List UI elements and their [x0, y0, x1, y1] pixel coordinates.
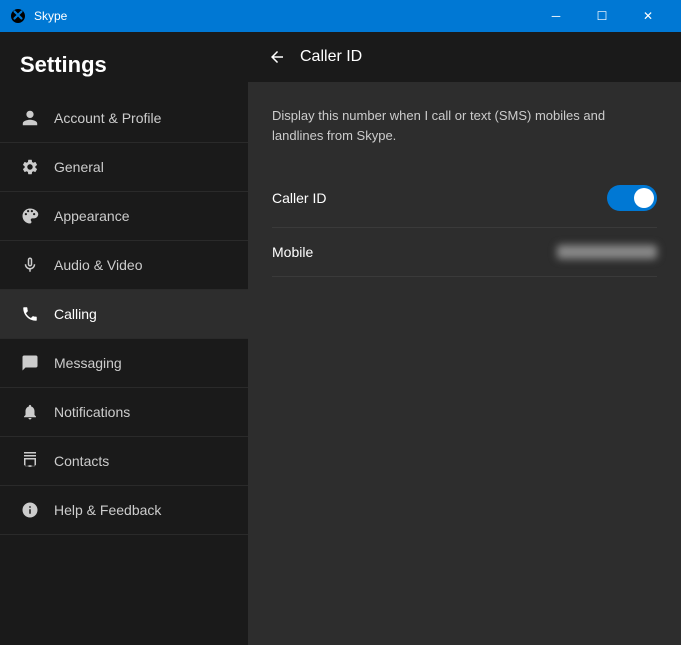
mobile-label: Mobile	[272, 244, 313, 260]
help-label: Help & Feedback	[54, 502, 161, 518]
sidebar-item-general[interactable]: General	[0, 143, 248, 192]
caller-id-row: Caller ID	[272, 169, 657, 228]
minimize-button[interactable]: ─	[533, 0, 579, 32]
general-label: General	[54, 159, 104, 175]
sidebar: Settings Account & Profile General Appea…	[0, 32, 248, 645]
sidebar-item-notifications[interactable]: Notifications	[0, 388, 248, 437]
microphone-icon	[20, 255, 40, 275]
mobile-value	[557, 245, 657, 259]
maximize-button[interactable]: ☐	[579, 0, 625, 32]
messaging-label: Messaging	[54, 355, 122, 371]
info-icon	[20, 500, 40, 520]
contacts-label: Contacts	[54, 453, 109, 469]
appearance-icon	[20, 206, 40, 226]
content-area: Caller ID Display this number when I cal…	[248, 32, 681, 645]
calling-label: Calling	[54, 306, 97, 322]
person-icon	[20, 108, 40, 128]
contacts-icon	[20, 451, 40, 471]
sidebar-item-appearance[interactable]: Appearance	[0, 192, 248, 241]
sidebar-item-audio-video[interactable]: Audio & Video	[0, 241, 248, 290]
app-icon	[10, 8, 26, 24]
bell-icon	[20, 402, 40, 422]
sidebar-item-contacts[interactable]: Contacts	[0, 437, 248, 486]
page-title: Caller ID	[300, 48, 362, 66]
back-button[interactable]	[268, 48, 286, 66]
title-bar: Skype ─ ☐ ✕	[0, 0, 681, 32]
notifications-label: Notifications	[54, 404, 130, 420]
main-container: Settings Account & Profile General Appea…	[0, 32, 681, 645]
content-header: Caller ID	[248, 32, 681, 82]
description-text: Display this number when I call or text …	[272, 106, 657, 145]
chat-icon	[20, 353, 40, 373]
appearance-label: Appearance	[54, 208, 130, 224]
gear-icon	[20, 157, 40, 177]
sidebar-item-help[interactable]: Help & Feedback	[0, 486, 248, 535]
caller-id-label: Caller ID	[272, 190, 326, 206]
app-title: Skype	[34, 9, 533, 23]
account-label: Account & Profile	[54, 110, 161, 126]
sidebar-item-messaging[interactable]: Messaging	[0, 339, 248, 388]
mobile-row: Mobile	[272, 228, 657, 277]
window-controls: ─ ☐ ✕	[533, 0, 671, 32]
sidebar-item-account[interactable]: Account & Profile	[0, 94, 248, 143]
content-body: Display this number when I call or text …	[248, 82, 681, 645]
phone-icon	[20, 304, 40, 324]
audio-video-label: Audio & Video	[54, 257, 142, 273]
caller-id-toggle[interactable]	[607, 185, 657, 211]
settings-header: Settings	[0, 32, 248, 94]
sidebar-item-calling[interactable]: Calling	[0, 290, 248, 339]
close-button[interactable]: ✕	[625, 0, 671, 32]
